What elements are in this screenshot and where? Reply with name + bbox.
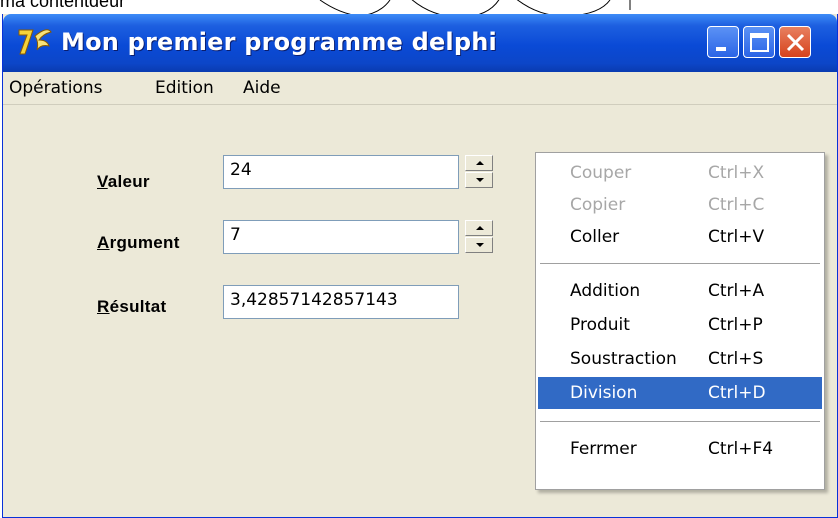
valeur-label-accel: V xyxy=(97,172,108,191)
menu-item-shortcut: Ctrl+C xyxy=(708,195,765,215)
menu-operations[interactable]: Opérations xyxy=(9,78,102,98)
arrow-down-icon xyxy=(476,178,484,182)
menu-item-soustraction[interactable]: Soustraction Ctrl+S xyxy=(536,343,824,375)
resultat-label-accel: R xyxy=(97,297,110,316)
argument-spin-up-button[interactable] xyxy=(465,220,493,236)
menu-separator xyxy=(540,263,820,264)
menu-item-shortcut: Ctrl+A xyxy=(708,281,765,301)
menu-item-label: Division xyxy=(570,383,638,403)
menu-item-shortcut: Ctrl+X xyxy=(708,163,765,183)
menu-item-produit[interactable]: Produit Ctrl+P xyxy=(536,309,824,341)
menu-item-addition[interactable]: Addition Ctrl+A xyxy=(536,275,824,307)
background-text: ma contentdeur xyxy=(0,0,126,11)
close-button[interactable] xyxy=(779,26,811,58)
argument-input[interactable]: 7 xyxy=(223,220,459,254)
menu-item-shortcut: Ctrl+V xyxy=(708,227,765,247)
arrow-up-icon xyxy=(476,226,484,230)
valeur-input[interactable]: 24 xyxy=(223,155,459,189)
menu-edition[interactable]: Edition xyxy=(155,78,214,98)
valeur-label-rest: aleur xyxy=(107,172,150,191)
menu-bar: Opérations Edition Aide xyxy=(3,72,837,105)
menu-item-shortcut: Ctrl+F4 xyxy=(708,439,774,459)
context-menu: Couper Ctrl+X Copier Ctrl+C Coller Ctrl+V A… xyxy=(535,152,825,490)
menu-item-label: Addition xyxy=(570,281,641,301)
window-title: Mon premier programme delphi xyxy=(61,28,497,56)
arrow-down-icon xyxy=(476,243,484,247)
menu-item-copier[interactable]: Copier Ctrl+C xyxy=(536,189,824,221)
close-icon xyxy=(786,33,805,52)
menu-item-couper[interactable]: Couper Ctrl+X xyxy=(536,157,824,189)
menu-separator xyxy=(540,421,820,422)
valeur-spin-up-button[interactable] xyxy=(465,155,493,171)
menu-item-shortcut: Ctrl+S xyxy=(708,349,764,369)
menu-item-label: Copier xyxy=(570,195,626,215)
menu-item-label: Coller xyxy=(570,227,620,247)
menu-item-division[interactable]: Division Ctrl+D xyxy=(538,377,822,409)
title-bar[interactable]: Mon premier programme delphi xyxy=(3,14,837,72)
minimize-icon xyxy=(716,47,726,51)
resultat-label-rest: ésultat xyxy=(109,297,167,316)
argument-spinner[interactable] xyxy=(465,220,495,254)
minimize-button[interactable] xyxy=(707,26,739,58)
menu-item-label: Soustraction xyxy=(570,349,677,369)
maximize-icon xyxy=(750,33,769,52)
valeur-spin-down-button[interactable] xyxy=(465,172,493,188)
argument-label: Argument xyxy=(97,233,180,253)
menu-aide[interactable]: Aide xyxy=(243,78,281,98)
menu-item-coller[interactable]: Coller Ctrl+V xyxy=(536,221,824,253)
resultat-label: Résultat xyxy=(97,297,166,317)
menu-item-shortcut: Ctrl+D xyxy=(708,383,766,403)
argument-label-accel: A xyxy=(97,233,110,252)
arrow-up-icon xyxy=(476,161,484,165)
menu-item-fermer[interactable]: Ferrmer Ctrl+F4 xyxy=(536,433,824,465)
delphi-logo-icon xyxy=(18,29,52,55)
menu-item-shortcut: Ctrl+P xyxy=(708,315,763,335)
argument-spin-down-button[interactable] xyxy=(465,237,493,253)
valeur-label: Valeur xyxy=(97,172,150,192)
menu-item-label: Couper xyxy=(570,163,632,183)
valeur-spinner[interactable] xyxy=(465,155,495,189)
resultat-output[interactable]: 3,42857142857143 xyxy=(223,285,459,319)
argument-label-rest: rgument xyxy=(109,233,180,252)
app-window: Mon premier programme delphi Opérations … xyxy=(2,14,838,518)
menu-item-label: Ferrmer xyxy=(570,439,637,459)
maximize-button[interactable] xyxy=(743,26,775,58)
menu-item-label: Produit xyxy=(570,315,630,335)
